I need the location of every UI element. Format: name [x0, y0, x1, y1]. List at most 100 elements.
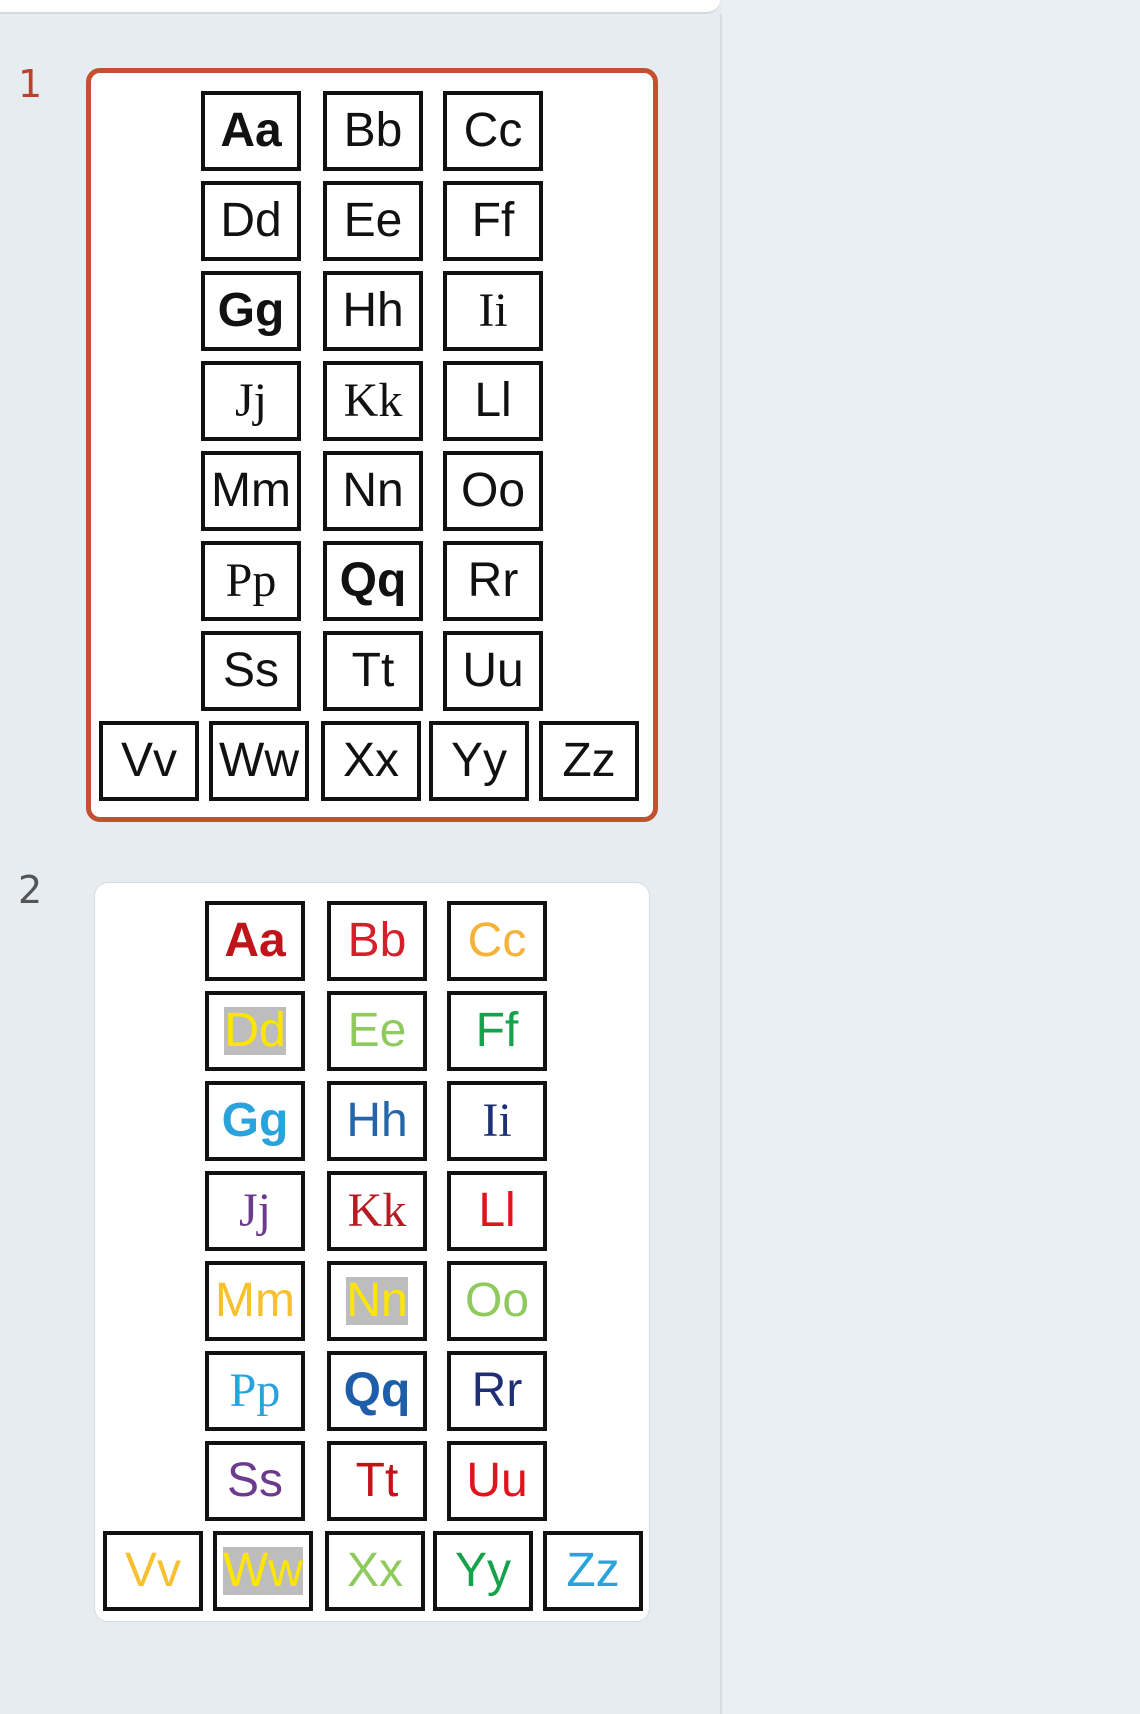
letter-tile: Ff	[443, 181, 543, 261]
letter-tile: Mm	[201, 451, 301, 531]
letter-tile-text: Ll	[478, 1184, 516, 1237]
letter-tile-text: Ww	[219, 734, 299, 787]
letter-tile-text: Tt	[355, 1454, 399, 1507]
letter-tile: Nn	[327, 1261, 427, 1341]
letter-tile-text: Yy	[454, 1544, 511, 1597]
slide-thumbnail-2[interactable]: Aa Bb Cc Dd Ee Ff Gg Hh Ii Jj Kk Ll Mm Nn Oo Pp Qq Rr Ss Tt…	[94, 882, 650, 1622]
letter-tile-text: Mm	[215, 1274, 295, 1327]
top-toolbar-edge	[0, 0, 720, 14]
letter-tile: Yy	[433, 1531, 533, 1611]
letter-tile: Bb	[323, 91, 423, 171]
letter-tile-text: Qq	[343, 1364, 411, 1417]
letter-tile: Hh	[323, 271, 423, 351]
slide-number-1: 1	[18, 62, 43, 106]
letter-tile: Ll	[447, 1171, 547, 1251]
letter-tile-text: Xx	[342, 734, 399, 787]
letter-tile-text: Vv	[124, 1544, 181, 1597]
letter-tile: Ww	[213, 1531, 313, 1611]
letter-tile: Gg	[201, 271, 301, 351]
letter-tile-text: Ww	[223, 1544, 303, 1597]
letter-tile: Hh	[327, 1081, 427, 1161]
letter-tile: Ee	[323, 181, 423, 261]
letter-tile-text: Ss	[222, 644, 279, 697]
letter-tile: Uu	[443, 631, 543, 711]
letter-tile: Jj	[205, 1171, 305, 1251]
letter-tile-text: Nn	[342, 464, 404, 517]
letter-tile-text: Zz	[566, 1544, 620, 1597]
slide-editor-area[interactable]	[722, 0, 1140, 1714]
letter-tile-text: Ee	[343, 194, 403, 247]
letter-tile-text: Zz	[562, 734, 616, 787]
letter-tile: Pp	[201, 541, 301, 621]
letter-tile: Qq	[323, 541, 423, 621]
letter-tile-text: Rr	[467, 554, 519, 607]
letter-tile-text: Oo	[460, 464, 526, 517]
letter-tile-text: Mm	[211, 464, 291, 517]
letter-tile: Oo	[447, 1261, 547, 1341]
letter-tile-text: Qq	[339, 554, 407, 607]
letter-tile-text: Jj	[234, 374, 267, 427]
letter-tile: Ll	[443, 361, 543, 441]
letter-tile: Aa	[205, 901, 305, 981]
letter-tile-text: Cc	[463, 104, 523, 157]
letter-tile: Ss	[201, 631, 301, 711]
letter-tile: Rr	[443, 541, 543, 621]
letter-tile-text: Ss	[226, 1454, 283, 1507]
letter-tile-text: Ff	[475, 1004, 519, 1057]
letter-tile-text: Ii	[478, 284, 508, 337]
letter-tile-text: Bb	[343, 104, 403, 157]
slide-thumbnail-1[interactable]: Aa Bb Cc Dd Ee Ff Gg Hh Ii Jj Kk Ll Mm Nn Oo Pp Qq Rr Ss Tt…	[86, 68, 658, 822]
letter-tile: Vv	[99, 721, 199, 801]
letter-tile-text: Jj	[238, 1184, 271, 1237]
letter-tile: Cc	[443, 91, 543, 171]
letter-tile: Ff	[447, 991, 547, 1071]
letter-tile: Rr	[447, 1351, 547, 1431]
letter-tile-text: Oo	[464, 1274, 530, 1327]
letter-tile: Mm	[205, 1261, 305, 1341]
letter-tile-text: Ii	[482, 1094, 512, 1147]
letter-tile-text: Bb	[347, 914, 407, 967]
letter-tile: Bb	[327, 901, 427, 981]
letter-tile: Dd	[201, 181, 301, 261]
letter-tile: Uu	[447, 1441, 547, 1521]
letter-tile: Ss	[205, 1441, 305, 1521]
letter-tile-text: Hh	[342, 284, 404, 337]
letter-tile-text: Tt	[351, 644, 395, 697]
letter-tile-text: Hh	[346, 1094, 408, 1147]
letter-tile-text: Vv	[120, 734, 177, 787]
letter-tile-text: Ee	[347, 1004, 407, 1057]
letter-tile: Oo	[443, 451, 543, 531]
letter-tile-text: Uu	[466, 1454, 528, 1507]
letter-tile-text: Xx	[346, 1544, 403, 1597]
letter-tile: Ii	[447, 1081, 547, 1161]
letter-tile-text: Yy	[450, 734, 507, 787]
letter-tile-text: Ff	[471, 194, 515, 247]
letter-tile-text: Kk	[343, 374, 403, 427]
letter-tile: Kk	[323, 361, 423, 441]
letter-tile: Yy	[429, 721, 529, 801]
letter-tile-text: Pp	[229, 1364, 281, 1417]
letter-tile: Ee	[327, 991, 427, 1071]
letter-tile-text: Uu	[462, 644, 524, 697]
letter-tile-text: Gg	[221, 1094, 289, 1147]
letter-tile-text: Ll	[474, 374, 512, 427]
letter-tile-text: Nn	[346, 1274, 408, 1327]
letter-tile: Xx	[325, 1531, 425, 1611]
letter-tile: Nn	[323, 451, 423, 531]
letter-tile-text: Aa	[224, 914, 286, 967]
slide-number-2: 2	[18, 868, 43, 912]
letter-tile: Gg	[205, 1081, 305, 1161]
letter-tile: Tt	[327, 1441, 427, 1521]
letter-tile: Cc	[447, 901, 547, 981]
letter-tile-text: Kk	[347, 1184, 407, 1237]
letter-tile: Aa	[201, 91, 301, 171]
letter-tile: Xx	[321, 721, 421, 801]
letter-tile-text: Cc	[467, 914, 527, 967]
letter-tile-text: Dd	[220, 194, 282, 247]
letter-tile-text: Dd	[224, 1004, 286, 1057]
letter-tile-text: Aa	[220, 104, 282, 157]
letter-tile: Jj	[201, 361, 301, 441]
letter-tile: Ii	[443, 271, 543, 351]
letter-tile: Kk	[327, 1171, 427, 1251]
letter-tile: Pp	[205, 1351, 305, 1431]
